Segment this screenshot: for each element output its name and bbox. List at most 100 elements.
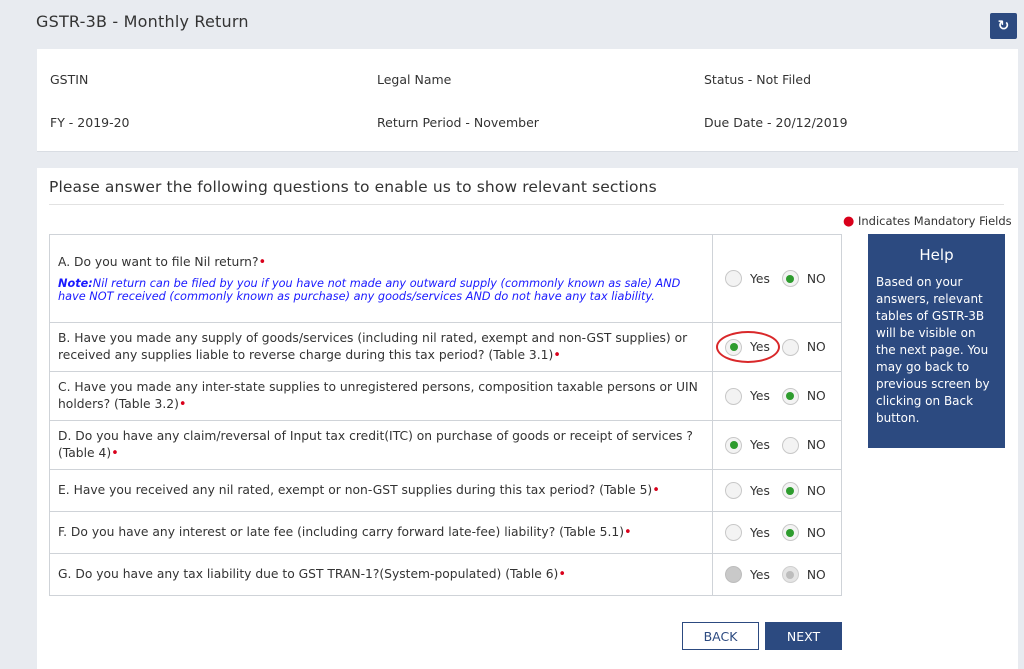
question-row-b: B. Have you made any supply of goods/ser… <box>50 323 841 372</box>
radio-no[interactable] <box>781 436 799 454</box>
option-no[interactable]: NO <box>781 387 826 405</box>
question-text: G. Do you have any tax liability due to … <box>58 567 559 581</box>
options-cell: Yes NO <box>713 323 841 371</box>
radio-no <box>781 566 799 583</box>
radio-yes[interactable] <box>725 482 742 499</box>
radio-no[interactable] <box>781 338 799 356</box>
radio-no[interactable] <box>781 270 799 287</box>
mandatory-note: ● Indicates Mandatory Fields <box>843 214 1012 229</box>
question-cell: E. Have you received any nil rated, exem… <box>50 470 713 511</box>
section-title: Please answer the following questions to… <box>49 178 657 196</box>
help-title: Help <box>919 246 954 264</box>
question-text: A. Do you want to file Nil return? <box>58 255 259 269</box>
option-yes[interactable]: Yes <box>725 387 770 405</box>
question-text: D. Do you have any claim/reversal of Inp… <box>58 429 693 460</box>
options-cell: Yes NO <box>713 421 841 469</box>
due-date-label: Due Date - 20/12/2019 <box>704 115 848 130</box>
option-yes[interactable]: Yes <box>725 524 770 541</box>
option-no[interactable]: NO <box>781 270 826 287</box>
status-label: Status - Not Filed <box>704 72 812 87</box>
question-row-a: A. Do you want to file Nil return?• Note… <box>50 235 841 323</box>
highlight-ring <box>716 331 780 363</box>
legal-name-label: Legal Name <box>377 72 452 87</box>
option-yes[interactable]: Yes <box>725 270 770 287</box>
required-dot-icon: • <box>624 525 632 540</box>
option-yes[interactable]: Yes <box>725 436 770 454</box>
option-yes: Yes <box>725 566 770 583</box>
option-label: NO <box>806 483 826 498</box>
note-text: Nil return can be filed by you if you ha… <box>58 277 681 303</box>
option-yes[interactable]: Yes <box>725 482 770 499</box>
options-cell: Yes NO <box>713 372 841 420</box>
question-cell: A. Do you want to file Nil return?• Note… <box>50 235 713 322</box>
questions-table: A. Do you want to file Nil return?• Note… <box>49 234 842 596</box>
option-label: NO <box>806 389 826 403</box>
option-label: Yes <box>750 271 770 286</box>
gstin-label: GSTIN <box>50 72 89 87</box>
question-text: B. Have you made any supply of goods/ser… <box>58 331 688 362</box>
back-button[interactable]: BACK <box>682 622 759 650</box>
question-row-f: F. Do you have any interest or late fee … <box>50 512 841 554</box>
refresh-icon: ↻ <box>997 18 1010 34</box>
questionnaire-card: Please answer the following questions to… <box>37 168 1018 669</box>
fy-label: FY - 2019-20 <box>50 115 130 130</box>
options-cell: Yes NO <box>713 554 841 595</box>
option-label: Yes <box>750 525 770 540</box>
option-no[interactable]: NO <box>781 524 826 541</box>
question-row-d: D. Do you have any claim/reversal of Inp… <box>50 421 841 470</box>
note-label: Note: <box>58 277 93 290</box>
return-period-label: Return Period - November <box>377 115 539 130</box>
radio-yes[interactable] <box>725 436 742 454</box>
option-label: Yes <box>750 438 770 452</box>
question-cell: F. Do you have any interest or late fee … <box>50 512 713 553</box>
option-no[interactable]: NO <box>781 482 826 499</box>
question-row-g: G. Do you have any tax liability due to … <box>50 554 841 596</box>
question-cell: G. Do you have any tax liability due to … <box>50 554 713 595</box>
option-label: NO <box>806 525 826 540</box>
option-label: Yes <box>750 483 770 498</box>
required-dot-icon: • <box>178 397 187 412</box>
help-body: Based on your answers, relevant tables o… <box>876 275 990 425</box>
question-row-e: E. Have you received any nil rated, exem… <box>50 470 841 512</box>
option-label: NO <box>806 340 826 354</box>
question-row-c: C. Have you made any inter-state supplie… <box>50 372 841 421</box>
required-dot-icon: ● <box>843 214 855 229</box>
required-dot-icon: • <box>258 255 267 270</box>
radio-yes[interactable] <box>725 524 742 541</box>
help-panel: Help Based on your answers, relevant tab… <box>868 234 1005 448</box>
radio-no[interactable] <box>781 387 799 405</box>
refresh-button[interactable]: ↻ <box>990 13 1017 39</box>
page-title: GSTR-3B - Monthly Return <box>36 12 249 31</box>
options-cell: Yes NO <box>713 512 841 553</box>
question-text: C. Have you made any inter-state supplie… <box>58 380 698 411</box>
question-cell: D. Do you have any claim/reversal of Inp… <box>50 421 713 469</box>
option-label: NO <box>806 567 826 582</box>
option-label: NO <box>806 271 826 286</box>
options-cell: Yes NO <box>713 470 841 511</box>
radio-yes[interactable] <box>725 387 742 405</box>
required-dot-icon: • <box>652 483 660 498</box>
question-text: F. Do you have any interest or late fee … <box>58 525 625 539</box>
question-text: E. Have you received any nil rated, exem… <box>58 483 653 497</box>
radio-yes[interactable] <box>725 270 742 287</box>
option-no[interactable]: NO <box>781 436 826 454</box>
return-info-card: GSTIN Legal Name Status - Not Filed FY -… <box>37 49 1018 152</box>
radio-no[interactable] <box>781 524 799 541</box>
option-no[interactable]: NO <box>781 338 826 356</box>
question-cell: C. Have you made any inter-state supplie… <box>50 372 713 420</box>
radio-yes <box>725 566 742 583</box>
required-dot-icon: • <box>111 446 119 461</box>
option-label: Yes <box>750 389 770 403</box>
option-no: NO <box>781 566 826 583</box>
next-button[interactable]: NEXT <box>765 622 842 650</box>
radio-no[interactable] <box>781 482 799 499</box>
required-dot-icon: • <box>558 567 567 582</box>
question-cell: B. Have you made any supply of goods/ser… <box>50 323 713 371</box>
option-label: Yes <box>750 567 770 582</box>
mandatory-note-text: Indicates Mandatory Fields <box>858 214 1012 228</box>
required-dot-icon: • <box>553 348 561 363</box>
divider <box>49 204 1004 205</box>
option-label: NO <box>806 438 826 452</box>
options-cell: Yes NO <box>713 235 841 322</box>
nil-return-note: Note:Nil return can be filed by you if y… <box>58 277 704 303</box>
